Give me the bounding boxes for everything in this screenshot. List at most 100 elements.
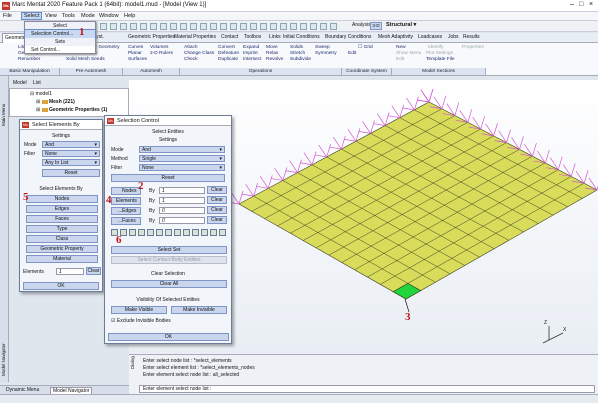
analysis-dim-select[interactable]: 3-D	[370, 22, 382, 30]
ribbon-solid-mesh-seeds[interactable]: Solid Mesh Seeds	[66, 57, 105, 63]
minimize-button[interactable]: –	[570, 1, 574, 8]
nodes-input[interactable]: 1	[159, 187, 205, 194]
tab-jobs[interactable]: Jobs	[448, 34, 459, 40]
command-input[interactable]: Enter element select node list :	[139, 385, 595, 393]
menu-view[interactable]: View	[45, 13, 57, 19]
menu-help[interactable]: Help	[124, 13, 135, 19]
class-button[interactable]: Class	[26, 235, 98, 243]
edges-button[interactable]: ...Edges	[111, 207, 141, 215]
toolbar-icon[interactable]	[230, 23, 237, 30]
toolbar-icon[interactable]	[110, 23, 117, 30]
make-visible-button[interactable]: Make Visible	[111, 306, 167, 314]
toolbar-icon[interactable]	[330, 23, 337, 30]
ok-button[interactable]: OK	[108, 333, 229, 341]
select-icon[interactable]	[201, 229, 208, 236]
edges-clear-button[interactable]: Clear	[207, 206, 227, 214]
ribbon-subdivide[interactable]: Subdivide	[290, 57, 311, 63]
geometric-property-button[interactable]: Geometric Property	[26, 245, 98, 253]
main-menu-vertical-tab[interactable]: Main Menu	[1, 104, 6, 126]
reset-button[interactable]: Reset	[42, 169, 100, 177]
menu-file[interactable]: File	[3, 13, 12, 19]
ribbon-intersect[interactable]: Intersect	[243, 57, 261, 63]
toolbar-icon[interactable]	[290, 23, 297, 30]
tab-material-properties[interactable]: Material Properties	[174, 34, 216, 40]
toolbar-icon[interactable]	[320, 23, 327, 30]
maximize-button[interactable]: □	[579, 1, 583, 8]
select-icon[interactable]	[147, 229, 154, 236]
nodes-clear-button[interactable]: Clear	[207, 186, 227, 194]
ribbon-edit-coord[interactable]: Edit	[348, 51, 356, 57]
menu-mode[interactable]: Mode	[81, 13, 95, 19]
clear-all-button[interactable]: Clear All	[111, 280, 227, 288]
ribbon-revolve[interactable]: Revolve	[266, 57, 283, 63]
toolbar-icon[interactable]	[100, 23, 107, 30]
elements-button[interactable]: Elements	[111, 197, 141, 205]
toolbar-icon[interactable]	[210, 23, 217, 30]
filter-select[interactable]: None ▾	[42, 150, 100, 157]
clear-button[interactable]: Clear	[86, 267, 101, 275]
ribbon-renumber[interactable]: Renumber	[18, 57, 40, 63]
toolbar-icon[interactable]	[270, 23, 277, 30]
toolbar-icon[interactable]	[300, 23, 307, 30]
menu-select[interactable]: Select	[20, 12, 43, 20]
menu-tools[interactable]: Tools	[62, 13, 75, 19]
toolbar-icon[interactable]	[130, 23, 137, 30]
tab-mesh-adaptivity[interactable]: Mesh Adaptivity	[378, 34, 413, 40]
toolbar-icon[interactable]	[250, 23, 257, 30]
tab-loadcases[interactable]: Loadcases	[418, 34, 442, 40]
toolbar-icon[interactable]	[280, 23, 287, 30]
toolbar-icon[interactable]	[160, 23, 167, 30]
mode-select[interactable]: And ▾	[139, 146, 225, 153]
select-icon[interactable]	[129, 229, 136, 236]
edges-input[interactable]: 0	[159, 207, 205, 214]
toolbar-icon[interactable]	[260, 23, 267, 30]
type-button[interactable]: Type	[26, 225, 98, 233]
mode-select[interactable]: And ▾	[42, 141, 100, 148]
filter-sub-select[interactable]: Any In List ▾	[42, 159, 100, 166]
faces-button[interactable]: ...Faces	[111, 217, 141, 225]
elements-input[interactable]: 1	[159, 197, 205, 204]
faces-input[interactable]: 0	[159, 217, 205, 224]
ribbon-symmetry[interactable]: Symmetry	[315, 51, 337, 57]
tree-item-geometric-properties[interactable]: ⊞ Geometric Properties (1)	[36, 107, 107, 113]
tab-contact[interactable]: Contact	[221, 34, 238, 40]
toolbar-icon[interactable]	[220, 23, 227, 30]
faces-clear-button[interactable]: Clear	[207, 216, 227, 224]
select-icon[interactable]	[138, 229, 145, 236]
menu-item-set-control[interactable]: Set Control...	[25, 46, 95, 54]
select-contact-body-button[interactable]: Select Contact Body Entities	[111, 256, 227, 264]
toolbar-icon[interactable]	[150, 23, 157, 30]
nodes-button[interactable]: Nodes	[26, 195, 98, 203]
ribbon-duplicate[interactable]: Duplicate	[218, 57, 238, 63]
elements-clear-button[interactable]: Clear	[207, 196, 227, 204]
edges-button[interactable]: Edges	[26, 205, 98, 213]
select-icon[interactable]	[156, 229, 163, 236]
select-icon[interactable]	[183, 229, 190, 236]
make-invisible-button[interactable]: Make Invisible	[171, 306, 227, 314]
close-button[interactable]: ×	[589, 1, 593, 8]
tab-initial-conditions[interactable]: Initial Conditions	[283, 34, 320, 40]
toolbar-icon[interactable]	[240, 23, 247, 30]
ribbon-2d-rulers[interactable]: 2-D Rulers	[150, 51, 173, 57]
toolbar-icon[interactable]	[310, 23, 317, 30]
menu-item-selection-control[interactable]: Selection Control...	[24, 29, 96, 39]
toolbar-icon[interactable]	[140, 23, 147, 30]
select-icon[interactable]	[219, 229, 226, 236]
faces-button[interactable]: Faces	[26, 215, 98, 223]
select-icon[interactable]	[174, 229, 181, 236]
reset-button[interactable]: Reset	[111, 174, 225, 182]
ribbon-properties[interactable]: Properties	[462, 45, 484, 51]
toolbar-icon[interactable]	[170, 23, 177, 30]
exclude-invisible-checkbox[interactable]: ☑ Exclude Invisible Bodies	[111, 318, 171, 324]
tab-links[interactable]: Links	[269, 34, 281, 40]
tree-item-mesh[interactable]: ⊞ Mesh (221)	[36, 99, 75, 105]
mesh-surface[interactable]	[238, 101, 598, 300]
tab-dynamic-menu[interactable]: Dynamic Menu	[6, 387, 39, 393]
ribbon-template-file[interactable]: Template File	[426, 57, 455, 63]
material-button[interactable]: Material	[26, 255, 98, 263]
tab-toolbox[interactable]: Toolbox	[244, 34, 261, 40]
ribbon-check[interactable]: Check	[184, 57, 198, 63]
analysis-type-select[interactable]: Structural ▾	[386, 22, 416, 28]
ribbon-surfaces[interactable]: Surfaces	[128, 57, 147, 63]
toolbar-icon[interactable]	[200, 23, 207, 30]
